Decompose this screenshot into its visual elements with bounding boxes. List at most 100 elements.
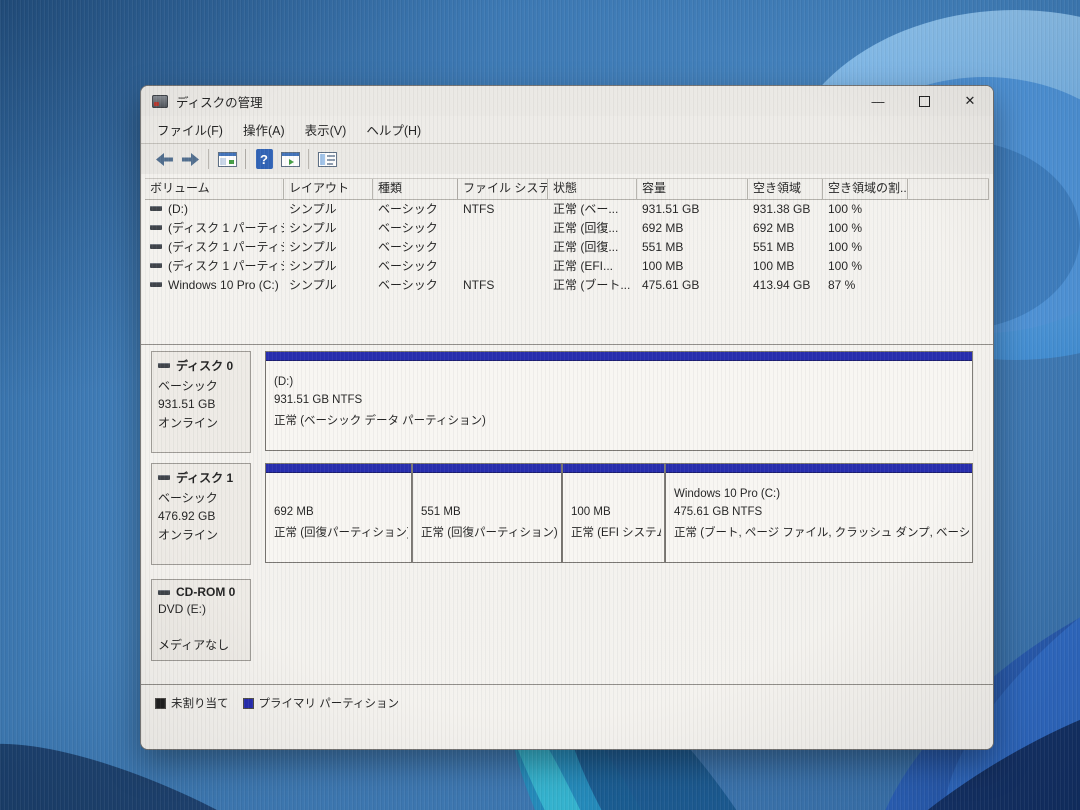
column-spacer [908, 179, 989, 199]
volume-name: (D:) [168, 202, 188, 216]
partition-efi[interactable]: 100 MB 正常 (EFI システム パーティション) [562, 463, 665, 563]
cdrom-media-status: メディアなし [158, 636, 250, 653]
primary-partition-swatch-icon [243, 698, 254, 709]
disk-status: オンライン [158, 414, 250, 431]
disk-row-cdrom: CD-ROM 0 DVD (E:) メディアなし [151, 579, 983, 663]
legend: 未割り当て プライマリ パーティション [155, 695, 399, 711]
partition-size: 475.61 GB NTFS [674, 506, 969, 518]
primary-partition-strip [266, 352, 972, 361]
partition-title: (D:) [274, 376, 969, 388]
minimize-button[interactable]: — [855, 86, 901, 116]
volume-name: (ディスク 1 パーティシ... [168, 257, 284, 274]
toolbar: ? [141, 144, 993, 175]
primary-partition-strip [413, 464, 561, 473]
volume-list: (D:) シンプル ベーシック NTFS 正常 (ベー... 931.51 GB… [145, 199, 989, 294]
disk-name: CD-ROM 0 [176, 585, 235, 599]
partition-status: 正常 (ベーシック データ パーティション) [274, 412, 969, 428]
partition-c[interactable]: Windows 10 Pro (C:) 475.61 GB NTFS 正常 (ブ… [665, 463, 973, 563]
partition-status: 正常 (ブート, ページ ファイル, クラッシュ ダンプ, ベーシック データ … [674, 524, 969, 540]
properties-button[interactable] [314, 147, 340, 171]
disk1-header[interactable]: ディスク 1 ベーシック 476.92 GB オンライン [151, 463, 251, 565]
disk-management-app-icon [152, 95, 168, 108]
column-capacity[interactable]: 容量 [637, 179, 748, 199]
menu-view[interactable]: 表示(V) [295, 116, 357, 143]
unallocated-swatch-icon [155, 698, 166, 709]
volume-icon [150, 263, 162, 268]
desktop: ディスクの管理 — ✕ ファイル(F) 操作(A) 表示(V) ヘルプ(H) [0, 0, 1080, 810]
cdrom-icon [158, 590, 170, 595]
column-free-space[interactable]: 空き領域 [748, 179, 823, 199]
console-tree-button[interactable] [214, 147, 240, 171]
minimize-icon: — [872, 94, 885, 109]
column-status[interactable]: 状態 [548, 179, 637, 199]
menu-bar: ファイル(F) 操作(A) 表示(V) ヘルプ(H) [141, 116, 993, 144]
legend-unallocated: 未割り当て [155, 695, 229, 711]
forward-button[interactable] [177, 147, 203, 171]
volume-icon [150, 282, 162, 287]
partition-size: 931.51 GB NTFS [274, 394, 969, 406]
partition-size: 551 MB [421, 506, 558, 518]
column-layout[interactable]: レイアウト [284, 179, 373, 199]
maximize-button[interactable] [901, 86, 947, 116]
disk0-header[interactable]: ディスク 0 ベーシック 931.51 GB オンライン [151, 351, 251, 453]
menu-file[interactable]: ファイル(F) [147, 116, 233, 143]
volume-icon [150, 225, 162, 230]
volume-icon [150, 244, 162, 249]
volume-row[interactable]: Windows 10 Pro (C:) シンプル ベーシック NTFS 正常 (… [145, 275, 989, 294]
legend-primary-partition: プライマリ パーティション [243, 695, 400, 711]
properties-icon [318, 152, 337, 167]
disk-type: ベーシック [158, 377, 250, 394]
close-button[interactable]: ✕ [947, 86, 993, 116]
cdrom-drive-letter: DVD (E:) [158, 602, 250, 616]
legend-separator [141, 684, 993, 685]
column-filesystem[interactable]: ファイル システム [458, 179, 548, 199]
volume-name: (ディスク 1 パーティシ... [168, 219, 284, 236]
primary-partition-strip [563, 464, 664, 473]
console-window-icon [218, 152, 237, 167]
disk-type: ベーシック [158, 489, 250, 506]
toolbar-separator [308, 149, 309, 169]
partition-status: 正常 (回復パーティション) [274, 524, 408, 540]
volume-icon [150, 206, 162, 211]
action-pane-button[interactable] [277, 147, 303, 171]
column-type[interactable]: 種類 [373, 179, 458, 199]
volume-row[interactable]: (ディスク 1 パーティシ... シンプル ベーシック 正常 (EFI... 1… [145, 256, 989, 275]
help-button[interactable]: ? [251, 147, 277, 171]
volume-list-header: ボリューム レイアウト 種類 ファイル システム 状態 容量 空き領域 空き領域… [145, 178, 989, 200]
close-icon: ✕ [965, 93, 976, 109]
volume-name: (ディスク 1 パーティシ... [168, 238, 284, 255]
disk-row-1: ディスク 1 ベーシック 476.92 GB オンライン 692 MB 正常 (… [151, 463, 983, 567]
disk-management-window: ディスクの管理 — ✕ ファイル(F) 操作(A) 表示(V) ヘルプ(H) [140, 85, 994, 750]
disk-size: 476.92 GB [158, 509, 250, 523]
menu-help[interactable]: ヘルプ(H) [356, 116, 431, 143]
back-button[interactable] [151, 147, 177, 171]
disk-name: ディスク 1 [176, 469, 233, 486]
disk-icon [158, 475, 170, 480]
partition-title: Windows 10 Pro (C:) [674, 488, 969, 500]
forward-arrow-icon [182, 153, 199, 166]
primary-partition-strip [266, 464, 411, 473]
cdrom-header[interactable]: CD-ROM 0 DVD (E:) メディアなし [151, 579, 251, 661]
partition-recovery-1[interactable]: 692 MB 正常 (回復パーティション) [265, 463, 412, 563]
toolbar-separator [208, 149, 209, 169]
primary-partition-strip [666, 464, 972, 473]
volume-row[interactable]: (ディスク 1 パーティシ... シンプル ベーシック 正常 (回復... 69… [145, 218, 989, 237]
disk-status: オンライン [158, 526, 250, 543]
column-volume[interactable]: ボリューム [145, 179, 284, 199]
pane-splitter[interactable] [141, 344, 993, 345]
partition-size: 692 MB [274, 506, 408, 518]
disk0-partitions: (D:) 931.51 GB NTFS 正常 (ベーシック データ パーティショ… [265, 351, 973, 455]
column-free-pct[interactable]: 空き領域の割... [823, 179, 908, 199]
partition-d[interactable]: (D:) 931.51 GB NTFS 正常 (ベーシック データ パーティショ… [265, 351, 973, 451]
partition-recovery-2[interactable]: 551 MB 正常 (回復パーティション) [412, 463, 562, 563]
volume-row[interactable]: (ディスク 1 パーティシ... シンプル ベーシック 正常 (回復... 55… [145, 237, 989, 256]
volume-name: Windows 10 Pro (C:) [168, 278, 279, 292]
volume-row[interactable]: (D:) シンプル ベーシック NTFS 正常 (ベー... 931.51 GB… [145, 199, 989, 218]
disk-row-0: ディスク 0 ベーシック 931.51 GB オンライン (D:) 931.51… [151, 351, 983, 455]
toolbar-separator [245, 149, 246, 169]
menu-action[interactable]: 操作(A) [233, 116, 295, 143]
disk-size: 931.51 GB [158, 397, 250, 411]
help-icon: ? [256, 149, 273, 169]
content-area: ボリューム レイアウト 種類 ファイル システム 状態 容量 空き領域 空き領域… [141, 174, 993, 749]
titlebar[interactable]: ディスクの管理 — ✕ [141, 86, 993, 116]
